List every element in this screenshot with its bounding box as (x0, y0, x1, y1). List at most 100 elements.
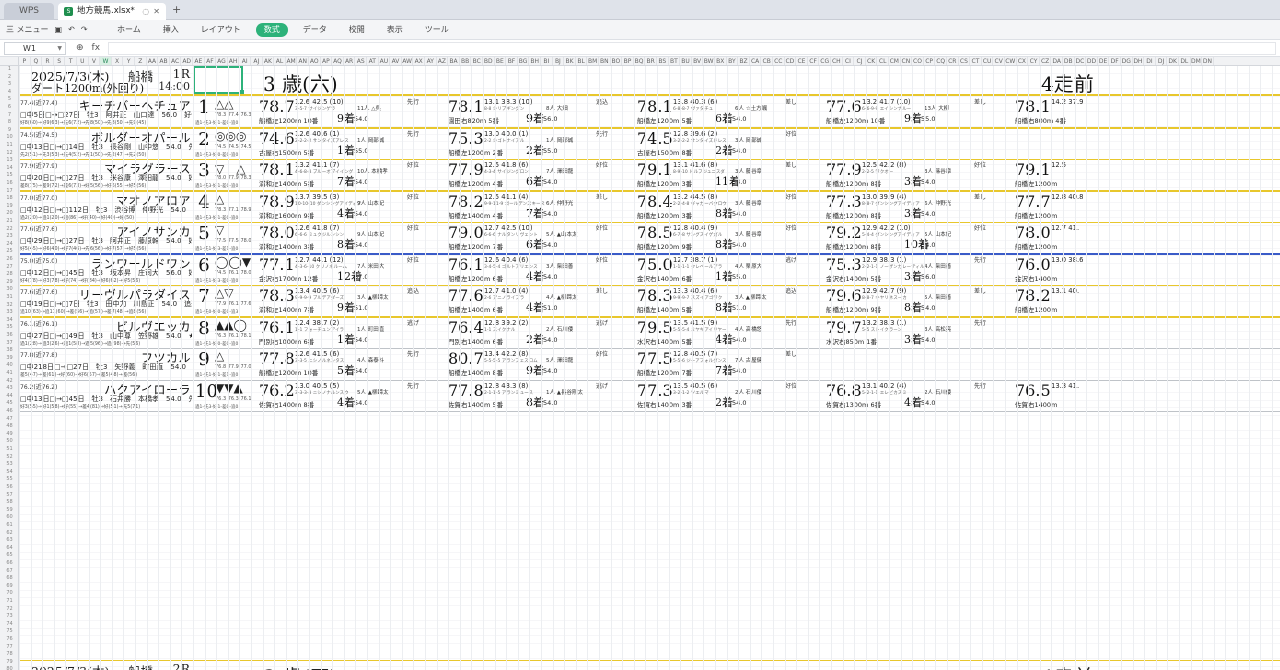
column-header[interactable]: AD (181, 57, 193, 65)
row-header[interactable]: 7 (0, 112, 18, 118)
column-header[interactable]: X (112, 57, 124, 65)
row-header[interactable]: 68 (0, 575, 18, 581)
column-header[interactable]: CQ (935, 57, 947, 65)
ribbon-tab[interactable]: 校閲 (338, 23, 376, 37)
ribbon-tab[interactable]: ツール (414, 23, 460, 37)
column-header[interactable]: AC (170, 57, 182, 65)
row-header[interactable]: 41 (0, 370, 18, 376)
column-header[interactable]: BW (703, 57, 715, 65)
row-header[interactable]: 5 (0, 96, 18, 102)
column-header[interactable]: DH (1133, 57, 1145, 65)
column-header[interactable]: DE (1098, 57, 1110, 65)
column-header[interactable]: Q (31, 57, 43, 65)
row-header[interactable]: 16 (0, 180, 18, 186)
column-header[interactable]: AZ (437, 57, 449, 65)
column-header[interactable]: AY (425, 57, 437, 65)
column-header[interactable]: DC (1075, 57, 1087, 65)
column-header[interactable]: DK (1167, 57, 1179, 65)
wps-home-tab[interactable]: WPS (4, 3, 54, 20)
row-header[interactable]: 59 (0, 507, 18, 513)
column-header[interactable]: BB (460, 57, 472, 65)
column-header[interactable]: BX (715, 57, 727, 65)
column-header[interactable]: BY (727, 57, 739, 65)
row-header[interactable]: 73 (0, 613, 18, 619)
column-header[interactable]: CI (843, 57, 855, 65)
row-header[interactable]: 51 (0, 446, 18, 452)
row-header[interactable]: 64 (0, 545, 18, 551)
row-header[interactable]: 37 (0, 340, 18, 346)
row-header[interactable]: 58 (0, 499, 18, 505)
column-header[interactable]: BI (541, 57, 553, 65)
row-header[interactable]: 56 (0, 484, 18, 490)
row-header[interactable]: 61 (0, 522, 18, 528)
column-header[interactable]: AR (344, 57, 356, 65)
row-header[interactable]: 15 (0, 172, 18, 178)
column-header[interactable]: DL (1179, 57, 1191, 65)
row-header[interactable]: 57 (0, 492, 18, 498)
row-header[interactable]: 2 (0, 74, 18, 80)
column-header[interactable]: DG (1121, 57, 1133, 65)
row-header[interactable]: 46 (0, 408, 18, 414)
row-header[interactable]: 36 (0, 332, 18, 338)
ribbon-tab[interactable]: ホーム (106, 23, 152, 37)
row-header[interactable]: 8 (0, 119, 18, 125)
column-header[interactable]: CB (761, 57, 773, 65)
column-header[interactable]: CC (773, 57, 785, 65)
column-header[interactable]: BS (657, 57, 669, 65)
row-header[interactable]: 31 (0, 294, 18, 300)
row-header[interactable]: 50 (0, 438, 18, 444)
column-header[interactable]: T (65, 57, 77, 65)
column-header[interactable]: Y (123, 57, 135, 65)
row-header[interactable]: 10 (0, 134, 18, 140)
column-header[interactable]: AW (402, 57, 414, 65)
row-header[interactable]: 52 (0, 454, 18, 460)
zoom-icon[interactable]: ⊕ (76, 43, 84, 53)
row-header[interactable]: 42 (0, 378, 18, 384)
column-header[interactable]: CW (1005, 57, 1017, 65)
column-header[interactable]: BO (611, 57, 623, 65)
column-header[interactable]: CE (796, 57, 808, 65)
column-header[interactable]: AJ (251, 57, 263, 65)
column-header[interactable]: DJ (1156, 57, 1168, 65)
ribbon-tab[interactable]: 数式 (255, 22, 288, 37)
row-header[interactable]: 1 (0, 66, 18, 72)
row-header[interactable]: 40 (0, 362, 18, 368)
column-header[interactable]: AE (193, 57, 205, 65)
column-header[interactable]: DN (1202, 57, 1214, 65)
redo-icon[interactable]: ↷ (81, 25, 88, 34)
row-header[interactable]: 79 (0, 659, 18, 665)
row-header[interactable]: 67 (0, 568, 18, 574)
column-header[interactable]: AM (286, 57, 298, 65)
main-menu-button[interactable]: 三 メニュー (6, 24, 49, 35)
column-header[interactable]: CD (785, 57, 797, 65)
column-header[interactable]: AS (355, 57, 367, 65)
row-header[interactable]: 76 (0, 636, 18, 642)
row-header[interactable]: 13 (0, 157, 18, 163)
column-header[interactable]: CV (993, 57, 1005, 65)
column-header[interactable]: BJ (553, 57, 565, 65)
row-header[interactable]: 11 (0, 142, 18, 148)
row-header[interactable]: 14 (0, 165, 18, 171)
column-header[interactable]: CS (959, 57, 971, 65)
column-header[interactable]: CJ (854, 57, 866, 65)
column-header[interactable]: CL (877, 57, 889, 65)
row-header[interactable]: 47 (0, 416, 18, 422)
row-header[interactable]: 24 (0, 241, 18, 247)
column-header[interactable]: AF (205, 57, 217, 65)
row-header[interactable]: 6 (0, 104, 18, 110)
row-header[interactable]: 22 (0, 226, 18, 232)
column-header[interactable]: AV (390, 57, 402, 65)
row-header[interactable]: 77 (0, 644, 18, 650)
column-header[interactable]: BU (680, 57, 692, 65)
row-header[interactable]: 38 (0, 347, 18, 353)
column-header[interactable]: P (19, 57, 31, 65)
row-header[interactable]: 65 (0, 552, 18, 558)
ribbon-tab[interactable]: データ (292, 23, 338, 37)
column-header[interactable]: BV (692, 57, 704, 65)
row-header[interactable]: 9 (0, 127, 18, 133)
ribbon-tab[interactable]: 挿入 (152, 23, 190, 37)
column-header[interactable]: AI (239, 57, 251, 65)
column-header[interactable]: S (54, 57, 66, 65)
row-header[interactable]: 34 (0, 317, 18, 323)
row-header[interactable]: 20 (0, 210, 18, 216)
